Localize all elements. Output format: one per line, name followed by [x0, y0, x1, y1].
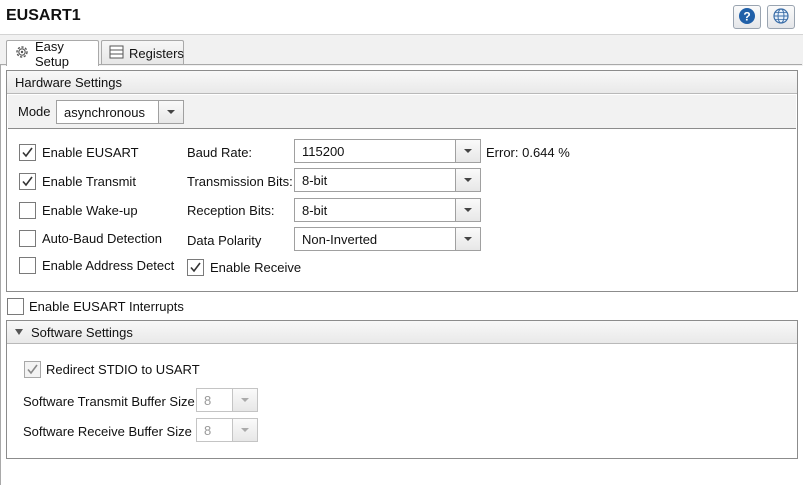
- baud-error-text: Error: 0.644 %: [486, 145, 570, 160]
- chevron-down-icon[interactable]: [455, 140, 480, 162]
- software-settings-header[interactable]: Software Settings: [7, 321, 797, 344]
- enable-receive-label: Enable Receive: [210, 260, 302, 275]
- chevron-down-icon[interactable]: [232, 389, 257, 411]
- tx-buffer-size-select[interactable]: 8: [196, 388, 258, 412]
- redirect-stdio-checkbox[interactable]: [24, 361, 41, 378]
- chevron-down-icon[interactable]: [455, 199, 480, 221]
- enable-receive-checkbox[interactable]: [187, 259, 204, 276]
- svg-text:?: ?: [743, 9, 750, 23]
- rx-buffer-size-label: Software Receive Buffer Size: [23, 424, 192, 439]
- baud-rate-label: Baud Rate:: [187, 145, 253, 160]
- transmission-bits-label: Transmission Bits:: [187, 174, 293, 189]
- collapse-triangle-icon: [15, 329, 23, 335]
- help-icon: ?: [738, 7, 756, 28]
- mode-row: Mode asynchronous: [8, 95, 796, 129]
- help-button[interactable]: ?: [733, 5, 761, 29]
- mode-select[interactable]: asynchronous: [56, 100, 184, 124]
- enable-interrupts-checkbox[interactable]: [7, 298, 24, 315]
- tx-buffer-size-label: Software Transmit Buffer Size: [23, 394, 195, 409]
- chevron-down-icon[interactable]: [158, 101, 183, 123]
- baud-rate-select[interactable]: 115200: [294, 139, 481, 163]
- enable-transmit-label: Enable Transmit: [42, 174, 136, 189]
- chevron-down-icon[interactable]: [232, 419, 257, 441]
- gear-icon: [14, 44, 30, 63]
- enable-interrupts-label: Enable EUSART Interrupts: [29, 299, 184, 314]
- enable-wakeup-label: Enable Wake-up: [42, 203, 138, 218]
- redirect-stdio-label: Redirect STDIO to USART: [46, 362, 200, 377]
- data-polarity-select[interactable]: Non-Inverted: [294, 227, 481, 251]
- mode-label: Mode: [18, 104, 51, 119]
- page-title: EUSART1: [6, 7, 81, 24]
- enable-address-detect-checkbox[interactable]: [19, 257, 36, 274]
- enable-wakeup-checkbox[interactable]: [19, 202, 36, 219]
- globe-icon: [772, 7, 790, 28]
- auto-baud-label: Auto-Baud Detection: [42, 231, 162, 246]
- tab-label: Easy Setup: [35, 38, 69, 69]
- reception-bits-label: Reception Bits:: [187, 203, 275, 218]
- web-button[interactable]: [767, 5, 795, 29]
- auto-baud-checkbox[interactable]: [19, 230, 36, 247]
- data-polarity-label: Data Polarity: [187, 233, 262, 248]
- transmission-bits-select[interactable]: 8-bit: [294, 168, 481, 192]
- hardware-settings-panel: Hardware Settings Mode asynchronous Enab…: [6, 70, 798, 292]
- reception-bits-select[interactable]: 8-bit: [294, 198, 481, 222]
- rx-buffer-size-select[interactable]: 8: [196, 418, 258, 442]
- tab-registers[interactable]: Registers: [101, 40, 184, 65]
- enable-transmit-checkbox[interactable]: [19, 173, 36, 190]
- tab-label: Registers: [129, 45, 184, 61]
- list-icon: [109, 45, 124, 62]
- enable-address-detect-label: Enable Address Detect: [42, 258, 175, 273]
- chevron-down-icon[interactable]: [455, 228, 480, 250]
- chevron-down-icon[interactable]: [455, 169, 480, 191]
- panel-title: Hardware Settings: [7, 71, 797, 94]
- software-settings-panel: Software Settings Redirect STDIO to USAR…: [6, 320, 798, 459]
- enable-eusart-label: Enable EUSART: [42, 145, 139, 160]
- panel-title: Software Settings: [31, 324, 133, 340]
- enable-eusart-checkbox[interactable]: [19, 144, 36, 161]
- tab-easy-setup[interactable]: Easy Setup: [6, 38, 99, 69]
